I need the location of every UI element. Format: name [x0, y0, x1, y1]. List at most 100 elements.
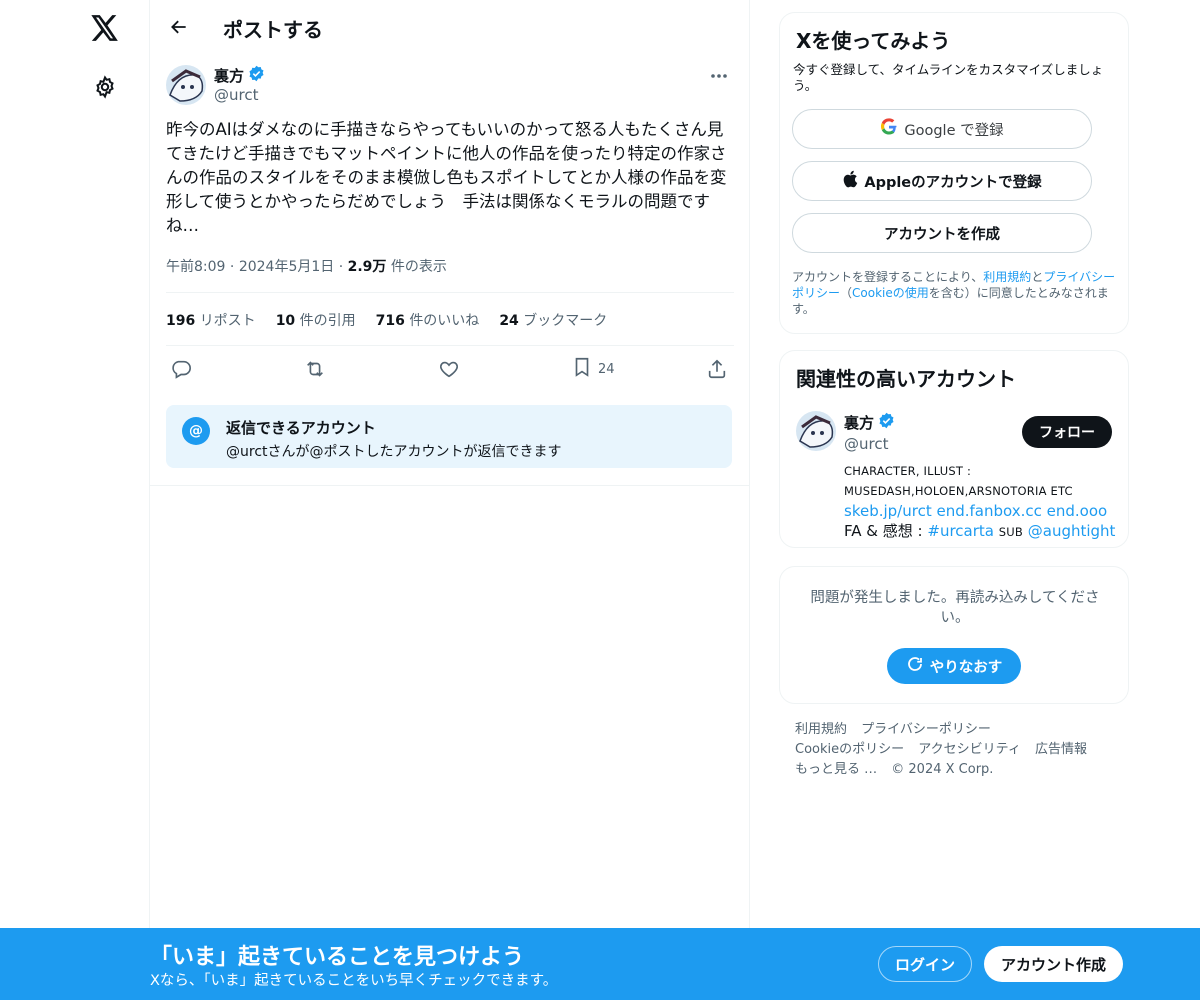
- footer-link-ads[interactable]: 広告情報: [1035, 742, 1087, 757]
- related-account-bio: CHARACTER, ILLUST : MUSEDASH,HOLOEN,ARSN…: [844, 461, 1119, 542]
- banner-subtitle: Xなら、「いま」起きていることをいち早くチェックできます。: [150, 973, 558, 989]
- repost-icon[interactable]: [303, 355, 327, 383]
- bookmark-button[interactable]: 24: [572, 355, 615, 383]
- reposts-label: リポスト: [199, 313, 256, 329]
- bookmark-icon: [572, 356, 592, 382]
- google-icon: [880, 118, 898, 140]
- login-button[interactable]: ログイン: [878, 946, 972, 982]
- retry-button[interactable]: やりなおす: [887, 648, 1021, 684]
- footer-link-more[interactable]: もっと見る …: [795, 762, 877, 777]
- bio-sub: SUB: [998, 525, 1023, 539]
- related-accounts-title: 関連性の高いアカウント: [796, 367, 1016, 391]
- views-count: 2.9万: [347, 259, 387, 275]
- bookmarks-count: 24: [499, 313, 519, 329]
- footer-link-terms[interactable]: 利用規約: [795, 722, 847, 737]
- apple-icon: [842, 170, 858, 192]
- author-name-text: 裏方: [214, 67, 245, 85]
- signup-card-subtitle: 今すぐ登録して、タイムラインをカスタマイズしましょう。: [793, 62, 1104, 93]
- avatar[interactable]: [166, 65, 206, 105]
- reply-restriction-box: @ 返信できるアカウント @urctさんが@ポストしたアカウントが返信できます: [166, 405, 732, 468]
- post-meta: 午前8:09 · 2024年5月1日 · 2.9万 件の表示: [166, 259, 447, 275]
- login-banner: 「いま」起きていることを見つけよう Xなら、「いま」起きていることをいち早くチェ…: [0, 928, 1200, 1000]
- gear-icon[interactable]: [85, 67, 125, 107]
- share-icon[interactable]: [706, 355, 728, 383]
- related-accounts-card: 関連性の高いアカウント 裏方 @urct フォロー CHARACTER, ILL…: [779, 350, 1129, 548]
- terms-text: アカウントを登録することにより、利用規約とプライバシーポリシー（Cookieの使…: [792, 269, 1122, 317]
- post-author: 裏方 @urct: [166, 64, 736, 108]
- google-signup-label: Google で登録: [904, 122, 1004, 139]
- reply-restriction-title: 返信できるアカウント: [226, 419, 376, 437]
- terms-link[interactable]: 利用規約: [983, 270, 1031, 284]
- apple-signup-label: Appleのアカウントで登録: [864, 174, 1042, 191]
- bio-mention[interactable]: @aughtight: [1028, 522, 1116, 540]
- more-options-icon[interactable]: [702, 64, 736, 88]
- post-date[interactable]: 2024年5月1日: [239, 259, 334, 275]
- bio-fa: FA: [844, 522, 862, 540]
- banner-title: 「いま」起きていることを見つけよう: [150, 945, 525, 970]
- post-stats: 196 リポスト 10 件の引用 716 件のいいね 24 ブックマーク: [166, 310, 607, 330]
- bio-links[interactable]: skeb.jp/urct end.fanbox.cc end.ooo: [844, 502, 1107, 520]
- post-time[interactable]: 午前8:09: [166, 259, 225, 275]
- reply-restriction-subtitle: @urctさんが@ポストしたアカウントが返信できます: [226, 444, 562, 460]
- terms-and: と: [1031, 270, 1044, 284]
- bio-line: MUSEDASH,HOLOEN,ARSNOTORIA ETC: [844, 484, 1073, 498]
- signup-button[interactable]: アカウント作成: [984, 946, 1123, 982]
- divider: [150, 485, 750, 486]
- related-account-name[interactable]: 裏方: [844, 412, 895, 433]
- main-column: ポストする 裏方 @urct 昨今のAIはダメなのに手描きならやってもいいのかっ…: [149, 0, 750, 1000]
- error-card: 問題が発生しました。再読み込みしてください。 やりなおす: [779, 566, 1129, 704]
- footer-links: 利用規約 プライバシーポリシー Cookieのポリシー アクセシビリティ 広告情…: [795, 720, 1125, 780]
- create-account-button[interactable]: アカウントを作成: [792, 213, 1092, 253]
- likes-stat[interactable]: 716 件のいいね: [376, 310, 480, 330]
- divider: [166, 292, 734, 293]
- create-account-label: アカウントを作成: [884, 226, 1000, 243]
- terms-mid: （: [840, 286, 853, 300]
- left-nav: [0, 0, 150, 1000]
- like-icon[interactable]: [438, 355, 460, 383]
- at-icon: @: [182, 417, 210, 445]
- bookmark-action-count: 24: [598, 361, 615, 377]
- bio-amp: & 感想 :: [866, 522, 923, 540]
- views-label: 件の表示: [390, 259, 447, 275]
- verified-badge-icon: [248, 65, 265, 86]
- apple-signup-button[interactable]: Appleのアカウントで登録: [792, 161, 1092, 201]
- author-handle[interactable]: @urct: [214, 86, 258, 104]
- arrow-left-icon[interactable]: [162, 10, 196, 44]
- verified-badge-icon: [878, 412, 895, 433]
- post-actions: 24: [166, 355, 734, 385]
- retry-label: やりなおす: [929, 659, 1003, 676]
- cookie-link[interactable]: Cookieの使用: [852, 286, 929, 300]
- footer-link-privacy[interactable]: プライバシーポリシー: [861, 722, 991, 737]
- page-title: ポストする: [223, 18, 323, 42]
- terms-prefix: アカウントを登録することにより、: [792, 270, 984, 284]
- top-bar: ポストする: [150, 0, 750, 54]
- refresh-icon: [906, 655, 924, 677]
- reply-icon[interactable]: [170, 355, 192, 383]
- google-signup-button[interactable]: Google で登録: [792, 109, 1092, 149]
- footer-link-accessibility[interactable]: アクセシビリティ: [918, 742, 1021, 757]
- related-account-name-text: 裏方: [844, 414, 875, 432]
- x-logo-icon[interactable]: [85, 8, 125, 48]
- reposts-stat[interactable]: 196 リポスト: [166, 310, 256, 330]
- error-message: 問題が発生しました。再読み込みしてください。: [810, 590, 1100, 626]
- post-text: 昨今のAIはダメなのに手描きならやってもいいのかって怒る人もたくさん見てきたけど…: [166, 120, 727, 235]
- follow-button[interactable]: フォロー: [1022, 416, 1112, 448]
- bookmarks-stat[interactable]: 24 ブックマーク: [499, 310, 607, 330]
- likes-label: 件のいいね: [409, 313, 480, 329]
- quotes-label: 件の引用: [299, 313, 356, 329]
- quotes-count: 10: [275, 313, 296, 329]
- bio-line: CHARACTER, ILLUST :: [844, 464, 972, 478]
- bookmarks-label: ブックマーク: [523, 313, 608, 329]
- related-account-handle[interactable]: @urct: [844, 435, 888, 453]
- signup-card-title: Xを使ってみよう: [796, 29, 951, 53]
- quotes-stat[interactable]: 10 件の引用: [276, 310, 356, 330]
- likes-count: 716: [375, 313, 405, 329]
- divider: [166, 345, 734, 346]
- bio-hashtag[interactable]: #urcarta: [927, 522, 994, 540]
- reposts-count: 196: [166, 313, 196, 329]
- footer-link-cookie[interactable]: Cookieのポリシー: [795, 742, 904, 757]
- avatar[interactable]: [796, 411, 836, 451]
- author-name[interactable]: 裏方: [214, 65, 265, 86]
- signup-card: Xを使ってみよう 今すぐ登録して、タイムラインをカスタマイズしましょう。 Goo…: [779, 12, 1129, 334]
- footer-copyright: © 2024 X Corp.: [891, 762, 994, 777]
